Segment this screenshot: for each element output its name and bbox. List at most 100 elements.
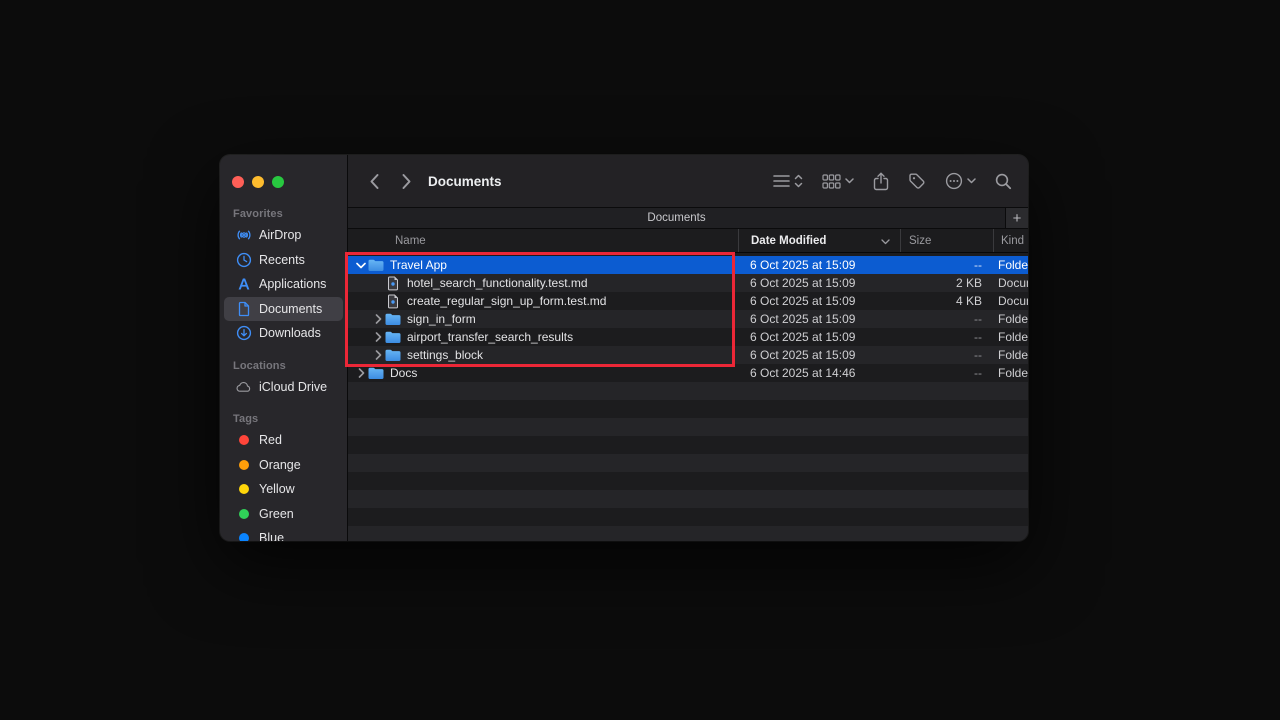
chevron-down-icon[interactable]: [845, 178, 854, 184]
tab-bar: Documents +: [348, 207, 1028, 229]
file-name: hotel_search_functionality.test.md: [407, 276, 588, 290]
new-tab-button[interactable]: +: [1005, 208, 1028, 228]
file-list: Travel App6 Oct 2025 at 15:09--Folderhot…: [348, 253, 1028, 541]
sidebar-item-orange[interactable]: Orange: [224, 453, 343, 478]
file-row-create-regular-sign-up-form-test-md[interactable]: create_regular_sign_up_form.test.md 6 Oct…: [348, 292, 1028, 310]
tag-dot: [236, 432, 252, 448]
sidebar-item-label: Blue: [259, 531, 284, 541]
sidebar-item-blue[interactable]: Blue: [224, 526, 343, 541]
download-icon: [236, 325, 252, 341]
file-row-settings-block[interactable]: settings_block 6 Oct 2025 at 15:09--Folde…: [348, 346, 1028, 364]
disclosure-chevron-right-icon[interactable]: [371, 350, 385, 360]
file-size: --: [900, 330, 993, 344]
date-modified: 6 Oct 2025 at 15:09: [738, 312, 900, 326]
tag-dot: [236, 506, 252, 522]
file-name: create_regular_sign_up_form.test.md: [407, 294, 606, 308]
file-row-airport-transfer-search-results[interactable]: airport_transfer_search_results6 Oct 202…: [348, 328, 1028, 346]
applications-icon: [236, 276, 252, 292]
empty-row: [348, 400, 1028, 418]
file-size: --: [900, 258, 993, 272]
sidebar-section-favorites: Favorites: [220, 208, 347, 220]
main-pane: Documents: [348, 155, 1028, 541]
markdown-file-icon: [385, 294, 401, 309]
empty-row: [348, 508, 1028, 526]
search-icon[interactable]: [995, 173, 1012, 190]
date-modified: 6 Oct 2025 at 15:09: [738, 276, 900, 290]
traffic-lights: [232, 176, 284, 188]
file-size: --: [900, 348, 993, 362]
markdown-file-icon: [385, 276, 401, 291]
sidebar-item-recents[interactable]: Recents: [224, 248, 343, 273]
disclosure-chevron-down-icon[interactable]: [354, 262, 368, 269]
date-modified: 6 Oct 2025 at 15:09: [738, 258, 900, 272]
forward-button[interactable]: [394, 169, 418, 193]
sidebar-item-label: Downloads: [259, 326, 321, 340]
sidebar-item-downloads[interactable]: Downloads: [224, 321, 343, 346]
zoom-button[interactable]: [272, 176, 284, 188]
sidebar-item-label: AirDrop: [259, 228, 301, 242]
disclosure-chevron-right-icon[interactable]: [354, 368, 368, 378]
finder-window: Favorites AirDrop Recents Applications Docum…: [220, 155, 1028, 541]
clock-icon: [236, 252, 252, 268]
sidebar-item-label: Recents: [259, 253, 305, 267]
file-kind: Folder: [993, 348, 1028, 362]
date-modified: 6 Oct 2025 at 15:09: [738, 348, 900, 362]
close-button[interactable]: [232, 176, 244, 188]
list-view-icon[interactable]: [773, 174, 790, 188]
share-icon[interactable]: [873, 172, 889, 191]
column-name[interactable]: Name: [348, 229, 738, 252]
sidebar-item-label: Documents: [259, 302, 322, 316]
back-button[interactable]: [362, 169, 386, 193]
file-size: 2 KB: [900, 276, 993, 290]
airdrop-icon: [236, 227, 252, 243]
sidebar-item-documents[interactable]: Documents: [224, 297, 343, 322]
sidebar-item-icloud-drive[interactable]: iCloud Drive: [224, 375, 343, 400]
file-row-hotel-search-functionality-test-md[interactable]: hotel_search_functionality.test.md 6 Oct …: [348, 274, 1028, 292]
sidebar-item-yellow[interactable]: Yellow: [224, 477, 343, 502]
column-date-modified[interactable]: Date Modified: [738, 229, 900, 252]
folder-icon: [368, 259, 384, 272]
disclosure-chevron-right-icon[interactable]: [371, 332, 385, 342]
group-by-icon[interactable]: [822, 174, 841, 189]
folder-icon: [385, 331, 401, 344]
sidebar-sections: Favorites AirDrop Recents Applications Docum…: [220, 208, 347, 541]
file-row-docs[interactable]: Docs6 Oct 2025 at 14:46--Folder: [348, 364, 1028, 382]
empty-row: [348, 418, 1028, 436]
column-kind[interactable]: Kind: [993, 229, 1028, 252]
empty-row: [348, 472, 1028, 490]
file-row-sign-in-form[interactable]: sign_in_form6 Oct 2025 at 15:09--Folder: [348, 310, 1028, 328]
document-icon: [236, 301, 252, 317]
file-row-travel-app[interactable]: Travel App 6 Oct 2025 at 15:09--Folder: [348, 256, 1028, 274]
sidebar-section-locations: Locations: [220, 360, 347, 372]
tab-documents[interactable]: Documents: [348, 208, 1005, 228]
column-size[interactable]: Size: [900, 229, 993, 252]
sidebar-item-label: Orange: [259, 458, 301, 472]
tag-dot: [236, 530, 252, 541]
cloud-icon: [236, 379, 252, 395]
sidebar-item-green[interactable]: Green: [224, 502, 343, 527]
view-stepper-icon[interactable]: [794, 174, 803, 188]
sidebar-item-applications[interactable]: Applications: [224, 272, 343, 297]
file-name: settings_block: [407, 348, 483, 362]
minimize-button[interactable]: [252, 176, 264, 188]
sidebar-section-tags: Tags: [220, 413, 347, 425]
file-name: Travel App: [390, 258, 447, 272]
chevron-down-icon[interactable]: [967, 178, 976, 184]
empty-row: [348, 436, 1028, 454]
sidebar-item-airdrop[interactable]: AirDrop: [224, 223, 343, 248]
sidebar-item-label: Green: [259, 507, 294, 521]
file-name: airport_transfer_search_results: [407, 330, 573, 344]
sidebar-item-label: iCloud Drive: [259, 380, 327, 394]
folder-icon: [385, 349, 401, 362]
tag-icon[interactable]: [908, 172, 926, 190]
file-kind: Document: [993, 294, 1028, 308]
sidebar-item-red[interactable]: Red: [224, 428, 343, 453]
empty-row: [348, 490, 1028, 508]
disclosure-chevron-right-icon[interactable]: [371, 314, 385, 324]
more-actions-icon[interactable]: [945, 172, 963, 190]
file-kind: Folder: [993, 258, 1028, 272]
date-modified: 6 Oct 2025 at 15:09: [738, 294, 900, 308]
file-size: 4 KB: [900, 294, 993, 308]
empty-row: [348, 454, 1028, 472]
date-modified: 6 Oct 2025 at 14:46: [738, 366, 900, 380]
